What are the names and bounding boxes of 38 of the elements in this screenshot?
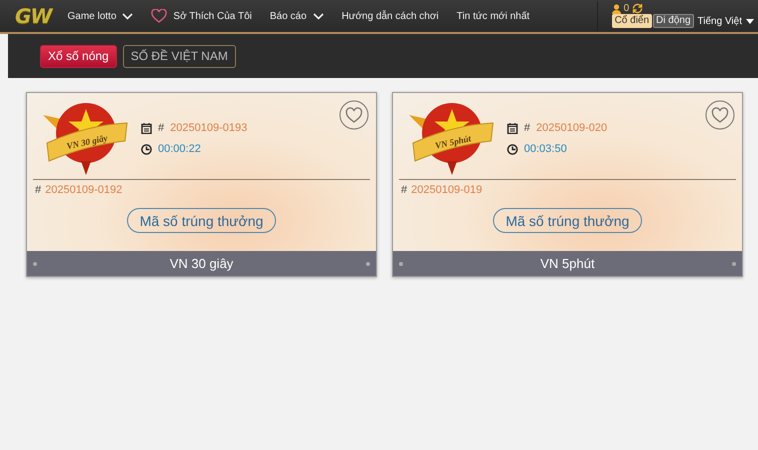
draw-number: 20250109-020 bbox=[536, 122, 608, 134]
heart-icon bbox=[151, 9, 168, 23]
countdown-timer: 00:00:22 bbox=[158, 143, 201, 155]
hash-mark: # bbox=[35, 184, 42, 196]
calendar-icon bbox=[507, 122, 518, 134]
category-tab[interactable]: Xổ số nóng bbox=[40, 44, 117, 68]
hash-mark: # bbox=[401, 184, 408, 196]
calendar-icon bbox=[141, 122, 152, 134]
chevron-down-icon bbox=[122, 12, 134, 20]
hash-mark: # bbox=[158, 122, 164, 134]
badge-label: VN 5phút bbox=[433, 132, 473, 153]
refresh-icon[interactable] bbox=[632, 3, 644, 14]
view-mode-toggle[interactable]: Cổ điển bbox=[612, 14, 652, 28]
nav-menu-item[interactable]: Báo cáo bbox=[270, 10, 324, 22]
balance-text: 0 bbox=[624, 3, 630, 14]
countdown-timer: 00:03:50 bbox=[524, 143, 567, 155]
chevron-down-icon bbox=[312, 12, 324, 20]
nav-menu-item[interactable]: Sở Thích Của Tôi bbox=[151, 9, 252, 23]
view-mode-toggle[interactable]: Di động bbox=[653, 14, 694, 28]
nav-menu-item[interactable]: Hướng dẫn cách chơi bbox=[342, 10, 439, 22]
winning-numbers-button[interactable]: Mã số trúng thưởng bbox=[492, 208, 642, 233]
hash-mark: # bbox=[524, 122, 530, 134]
logo[interactable]: GW bbox=[15, 4, 52, 28]
caret-down-icon bbox=[746, 18, 754, 24]
language-selector[interactable]: Tiếng Việt bbox=[698, 16, 754, 26]
game-name: VN 5phút bbox=[540, 256, 595, 271]
user-icon bbox=[612, 4, 621, 14]
clock-icon bbox=[507, 144, 518, 154]
clock-icon bbox=[141, 144, 152, 154]
nav-menu-item[interactable]: Tin tức mới nhất bbox=[456, 10, 530, 22]
draw-number: 20250109-019 bbox=[411, 184, 482, 196]
winning-numbers-button[interactable]: Mã số trúng thưởng bbox=[126, 208, 276, 233]
game-name: VN 30 giây bbox=[170, 256, 234, 271]
nav-menu-item[interactable]: Game lotto bbox=[67, 10, 134, 22]
draw-number: 20250109-0192 bbox=[45, 184, 122, 196]
category-tab[interactable]: SỐ ĐỀ VIỆT NAM bbox=[122, 44, 236, 68]
badge-label: VN 30 giây bbox=[64, 132, 110, 154]
draw-number: 20250109-0193 bbox=[170, 122, 248, 134]
